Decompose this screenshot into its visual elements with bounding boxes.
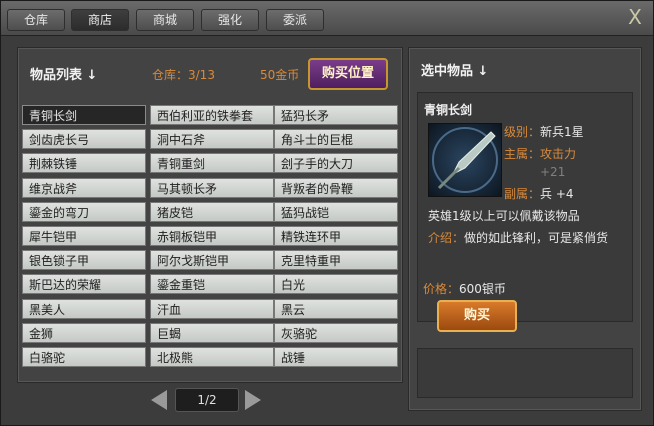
item-cell[interactable]: 维京战斧 (22, 178, 146, 198)
selected-item-title-text: 选中物品 (421, 64, 474, 79)
intro-label: 介绍： (428, 231, 465, 245)
item-cell[interactable]: 黑美人 (22, 299, 146, 319)
spear-icon-graphic (432, 127, 498, 193)
sub-attr-value: 兵 +4 (540, 187, 574, 201)
intro-row: 介绍：做的如此锋利，可是紧俏货 (428, 229, 608, 246)
item-cell[interactable]: 赤铜板铠甲 (150, 226, 274, 246)
price-label: 价格： (423, 282, 460, 296)
item-cell[interactable]: 鎏金重铠 (150, 274, 274, 294)
prev-page-icon[interactable] (151, 390, 167, 410)
warehouse-count: 仓库：3/13 (152, 68, 215, 82)
buy-button[interactable]: 购买 (437, 300, 517, 332)
tab-mall[interactable]: 商城 (136, 9, 194, 31)
price-row: 价格：600银币 (423, 280, 506, 297)
selected-item-panel: 选中物品 ↓ 青铜长剑 级别：新兵1星 主属：攻击力 +21 副属：兵 +4 英… (408, 47, 642, 411)
item-cell[interactable]: 洞中石斧 (150, 129, 274, 149)
main-attr-bonus: +21 (540, 165, 566, 179)
item-cell[interactable]: 犀牛铠甲 (22, 226, 146, 246)
item-list-title: 物品列表 ↓ (30, 64, 97, 83)
main-attr-row: 主属：攻击力 (504, 145, 576, 162)
item-cell[interactable]: 战锤 (274, 347, 398, 367)
level-value: 新兵1星 (540, 125, 584, 139)
sub-attr-label: 副属： (504, 187, 541, 201)
item-cell[interactable]: 马其顿长矛 (150, 178, 274, 198)
item-cell[interactable]: 刽子手的大刀 (274, 153, 398, 173)
price-value: 600银币 (459, 282, 506, 296)
item-name: 青铜长剑 (424, 103, 473, 117)
main-attr-label: 主属： (504, 147, 541, 161)
level-label: 级别： (504, 125, 541, 139)
item-cell[interactable]: 黑云 (274, 299, 398, 319)
item-cell[interactable]: 角斗士的巨棍 (274, 129, 398, 149)
tab-assign[interactable]: 委派 (266, 9, 324, 31)
down-arrow-icon: ↓ (477, 64, 489, 79)
item-cell[interactable]: 阿尔戈斯铠甲 (150, 250, 274, 270)
item-cell[interactable]: 鎏金的弯刀 (22, 202, 146, 222)
item-cell[interactable]: 巨蝎 (150, 323, 274, 343)
spear-icon (428, 123, 502, 197)
item-cell[interactable]: 灰骆驼 (274, 323, 398, 343)
item-cell[interactable]: 精铁连环甲 (274, 226, 398, 246)
item-cell[interactable]: 金狮 (22, 323, 146, 343)
item-cell[interactable]: 汗血 (150, 299, 274, 319)
item-list-title-text: 物品列表 (30, 68, 83, 83)
item-cell[interactable]: 北极熊 (150, 347, 274, 367)
next-page-icon[interactable] (245, 390, 261, 410)
item-cell[interactable]: 剑齿虎长弓 (22, 129, 146, 149)
item-cell[interactable]: 斯巴达的荣耀 (22, 274, 146, 294)
item-cell[interactable]: 白光 (274, 274, 398, 294)
selected-item-title: 选中物品 ↓ (421, 60, 488, 79)
equip-requirement: 英雄1级以上可以佩戴该物品 (428, 209, 580, 223)
item-cell[interactable]: 青铜长剑 (22, 105, 146, 125)
item-cell[interactable]: 猛犸战铠 (274, 202, 398, 222)
main-attr-value: 攻击力 (540, 147, 577, 161)
tab-shop[interactable]: 商店 (71, 9, 129, 31)
item-cell[interactable]: 西伯利亚的铁拳套 (150, 105, 274, 125)
item-cell[interactable]: 猛犸长矛 (274, 105, 398, 125)
gold-amount: 50金币 (260, 68, 300, 82)
shop-window: 仓库 商店 商城 强化 委派 X 物品列表 ↓ 仓库：3/13 50金币 购买位… (0, 0, 654, 426)
empty-info-box (417, 348, 633, 398)
item-cell[interactable]: 青铜重剑 (150, 153, 274, 173)
down-arrow-icon: ↓ (86, 68, 98, 83)
item-cell[interactable]: 银色锁子甲 (22, 250, 146, 270)
item-cell[interactable]: 荆棘铁锤 (22, 153, 146, 173)
top-tab-bar: 仓库 商店 商城 强化 委派 X (1, 1, 653, 36)
item-cell[interactable]: 白骆驼 (22, 347, 146, 367)
close-icon[interactable]: X (625, 7, 645, 27)
intro-text: 做的如此锋利，可是紧俏货 (464, 231, 609, 245)
item-list-panel: 物品列表 ↓ 仓库：3/13 50金币 购买位置 青铜长剑 西伯利亚的铁拳套 猛犸长… (17, 47, 403, 383)
page-indicator: 1/2 (175, 388, 239, 412)
item-cell[interactable]: 背叛者的骨鞭 (274, 178, 398, 198)
tab-warehouse[interactable]: 仓库 (7, 9, 65, 31)
item-cell[interactable]: 克里特重甲 (274, 250, 398, 270)
item-cell[interactable]: 猪皮铠 (150, 202, 274, 222)
buy-position-button[interactable]: 购买位置 (308, 58, 388, 90)
level-row: 级别：新兵1星 (504, 123, 584, 140)
sub-attr-row: 副属：兵 +4 (504, 185, 574, 202)
tab-enhance[interactable]: 强化 (201, 9, 259, 31)
